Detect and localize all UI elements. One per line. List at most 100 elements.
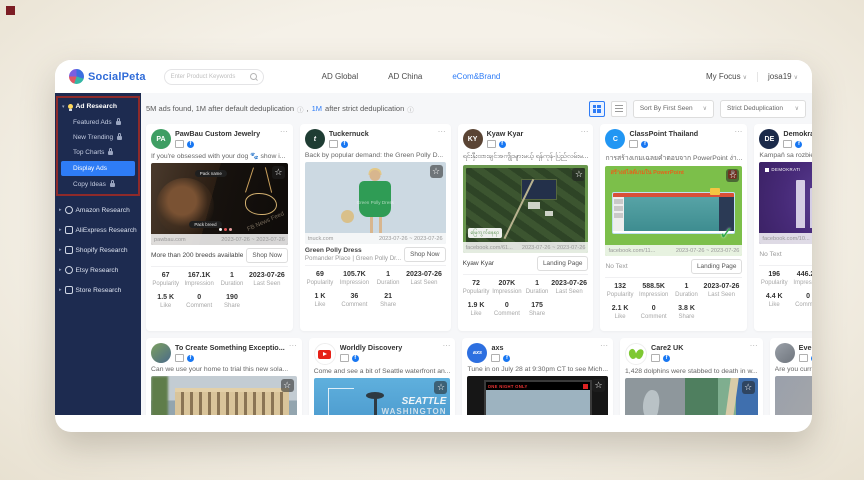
photo-icon [799,354,808,362]
sidebar-item-display-ads[interactable]: Display Ads [61,161,135,176]
ad-card-demokrati[interactable]: DE Demokrati 2023 f ⋯ Kampaň sa rozbieha… [754,124,812,331]
sidebar-item-aliexpress-research[interactable]: ▸AliExpress Research [55,220,141,240]
advertiser-name[interactable]: Everyone Has The Freedom To... [799,343,812,352]
dolphin-photo [641,389,661,415]
ad-domain[interactable]: pawbau.com [154,237,186,243]
sidebar-item-amazon-research[interactable]: ▸Amazon Research [55,200,141,220]
landing-page-button[interactable]: Landing Page [691,259,742,274]
advertiser-name[interactable]: Kyaw Kyar [487,129,577,138]
my-focus-menu[interactable]: My Focus∨ [706,72,747,81]
ad-card-tuckernuck[interactable]: t Tuckernuck f ⋯ Back by popular demand:… [300,124,451,331]
favorite-star-icon[interactable]: ☆ [592,379,605,392]
ad-card-freedom[interactable]: Everyone Has The Freedom To... f ⋯ Are y… [770,338,812,415]
ad-card-axs[interactable]: axs axs f ⋯ Tune in on July 28 at 9:30pm… [462,338,613,415]
advertiser-name[interactable]: axs [491,343,596,352]
ad-creative[interactable]: ☆ [775,376,812,415]
advertiser-name[interactable]: ClassPoint Thailand [629,129,730,138]
favorite-star-icon[interactable]: ☆ [572,168,585,181]
info-icon[interactable]: ⓘ [297,104,304,114]
ad-creative[interactable]: ☆ Pack name Pack breed FB News Feed pawb… [151,163,288,245]
ad-card-solar[interactable]: To Create Something Exceptio... f ⋯ Can … [146,338,302,415]
grid-view-toggle[interactable] [589,101,605,117]
ad-card-pawbau[interactable]: PA PawBau Custom Jewelry f ⋯ If you're o… [146,124,293,331]
shop-now-button[interactable]: Shop Now [246,248,288,263]
sort-select[interactable]: Sort By First Seen∨ [633,100,714,118]
sidebar-item-ad-research[interactable]: ▾ Ad Research [58,98,138,115]
landing-page-button[interactable]: Landing Page [537,256,588,271]
store-icon [65,286,73,294]
ad-card-classpoint[interactable]: C ClassPoint Thailand f ⋯ การสร้างเกมเฉล… [600,124,747,331]
ad-creative[interactable]: ☆ DEMOKRATI FB News Feed facebook.com/10… [759,162,812,244]
product-name[interactable]: Green Polly Dress [305,247,401,254]
image-tag: Pack name [195,170,227,177]
logo[interactable]: SocialPeta [69,69,146,84]
ad-description: Can we use your home to trial this new s… [151,366,297,373]
photo-icon [651,354,660,362]
favorite-star-icon[interactable]: ☆ [726,169,739,182]
ad-creative[interactable]: ☆ [151,376,297,415]
dedup-select[interactable]: Strict Deduplication∨ [720,100,806,118]
avatar: t [305,129,325,149]
powerpoint-screenshot [612,192,735,234]
favorite-star-icon[interactable]: ☆ [742,381,755,394]
folder-icon [710,188,720,195]
sidebar-item-copy-ideas[interactable]: Copy Ideas [58,177,138,192]
favorite-star-icon[interactable]: ☆ [430,165,443,178]
shop-now-button[interactable]: Shop Now [404,247,446,262]
user-menu[interactable]: josa19∨ [768,72,798,81]
photo-icon [175,354,184,362]
sidebar-item-new-trending[interactable]: New Trending [58,130,138,145]
ad-domain[interactable]: facebook.com/10... [762,236,809,242]
sidebar-item-top-charts[interactable]: Top Charts [58,145,138,160]
ad-creative[interactable]: ☆ [625,378,758,415]
chevron-right-icon: ▸ [59,227,62,233]
avatar: C [605,129,625,149]
ad-creative[interactable]: ☆ မြေကွက်နေရာ facebook.com/61...2023-07-… [463,165,589,253]
more-menu[interactable]: ⋯ [438,129,446,135]
more-menu[interactable]: ⋯ [442,343,450,349]
butterfly-icon [629,347,643,361]
ad-domain[interactable]: facebook.com/61... [466,245,513,251]
sidebar-item-shopify-research[interactable]: ▸Shopify Research [55,240,141,260]
ad-creative[interactable]: ☆ ONE NIGHT ONLY [467,376,608,415]
info-icon[interactable]: ⓘ [407,104,414,114]
advertiser-name[interactable]: PawBau Custom Jewelry [175,129,276,138]
ad-creative[interactable]: ☆ สร้างสไลด์เกมใน PowerPoint P ✓ faceboo… [605,166,742,256]
more-menu[interactable]: ⋯ [734,129,742,135]
favorite-star-icon[interactable]: ☆ [434,381,447,394]
ad-creative[interactable]: ☆ SEATTLE WASHINGTON [314,378,451,415]
sidebar-item-store-research[interactable]: ▸Store Research [55,280,141,300]
more-menu[interactable]: ⋯ [600,343,608,349]
recording-dot [6,6,15,15]
ad-description: Come and see a bit of Seattle waterfront… [314,368,451,375]
ad-description: ရင်းနှီးထားချင်အကျိုးများမယ့် ရန်ကုန်-ပြ… [463,152,589,162]
advertiser-name[interactable]: Worldly Discovery [340,343,439,352]
sidebar-item-featured-ads[interactable]: Featured Ads [58,115,138,130]
ad-domain[interactable]: facebook.com/11... [608,248,655,254]
nav-ad-global[interactable]: AD Global [322,72,358,81]
advertiser-name[interactable]: Care2 UK [651,343,746,352]
more-menu[interactable]: ⋯ [580,129,588,135]
advertiser-name[interactable]: To Create Something Exceptio... [175,343,285,352]
advertiser-name[interactable]: Tuckernuck [329,129,434,138]
ad-card-care2[interactable]: Care2 UK f ⋯ 1,428 dolphins were stabbed… [620,338,763,415]
list-view-toggle[interactable] [611,101,627,117]
ad-creative[interactable]: ☆ Green Polly Dress tnuck.com2023-07-26 … [305,162,446,244]
favorite-star-icon[interactable]: ☆ [281,379,294,392]
advertiser-name[interactable]: Demokrati 2023 [783,129,812,138]
ad-description: Are you currently navigating grief and l… [775,366,812,373]
sidebar-item-etsy-research[interactable]: ▸Etsy Research [55,260,141,280]
favorite-star-icon[interactable]: ☆ [272,166,285,179]
nav-ecom-brand[interactable]: eCom&Brand [452,72,500,81]
ad-card-kyaw-kyar[interactable]: KY Kyaw Kyar f ⋯ ရင်းနှီးထားချင်အကျိုးမျ… [458,124,594,331]
ad-domain[interactable]: tnuck.com [308,236,334,242]
more-menu[interactable]: ⋯ [280,129,288,135]
search-input[interactable]: Enter Product Keywords [164,69,264,85]
ad-card-worldly-discovery[interactable]: Worldly Discovery f ⋯ Come and see a bit… [309,338,456,415]
ad-description: Back by popular demand: the Green Polly … [305,152,446,159]
nav-ad-china[interactable]: AD China [388,72,422,81]
dedup-count-link[interactable]: 1M [312,104,322,113]
more-menu[interactable]: ⋯ [750,343,758,349]
more-menu[interactable]: ⋯ [289,343,297,349]
pergola-photo [175,388,289,415]
